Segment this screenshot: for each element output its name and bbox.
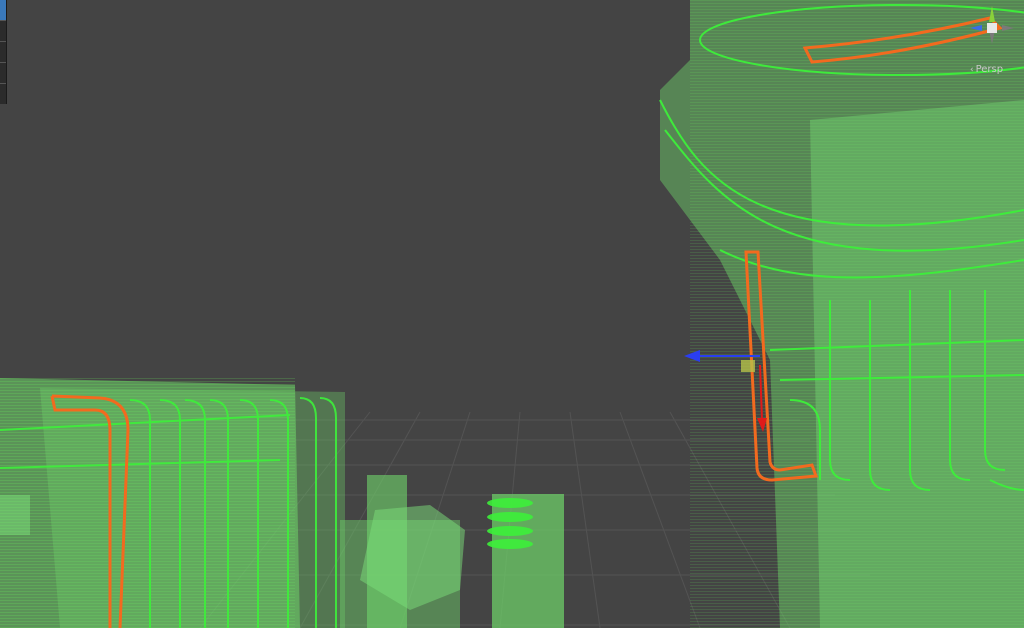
orientation-gizmo-icon[interactable] <box>960 0 1024 60</box>
right-tower-mesh[interactable] <box>659 0 1024 628</box>
tool-button[interactable] <box>0 42 6 63</box>
tool-strip[interactable] <box>0 0 7 104</box>
tool-button-active[interactable] <box>0 0 6 21</box>
scene-viewport[interactable]: ‹ Persp <box>0 0 1024 628</box>
plane-handle-icon[interactable] <box>741 360 755 372</box>
tool-button[interactable] <box>0 63 6 84</box>
left-mesh-cluster[interactable] <box>0 378 345 628</box>
chevron-left-icon: ‹ <box>970 64 974 75</box>
center-mesh-cluster[interactable] <box>340 475 564 628</box>
projection-toggle[interactable]: ‹ Persp <box>970 64 1003 75</box>
projection-label: Persp <box>975 64 1004 75</box>
tool-button[interactable] <box>0 21 6 42</box>
scene-canvas[interactable] <box>0 0 1024 628</box>
